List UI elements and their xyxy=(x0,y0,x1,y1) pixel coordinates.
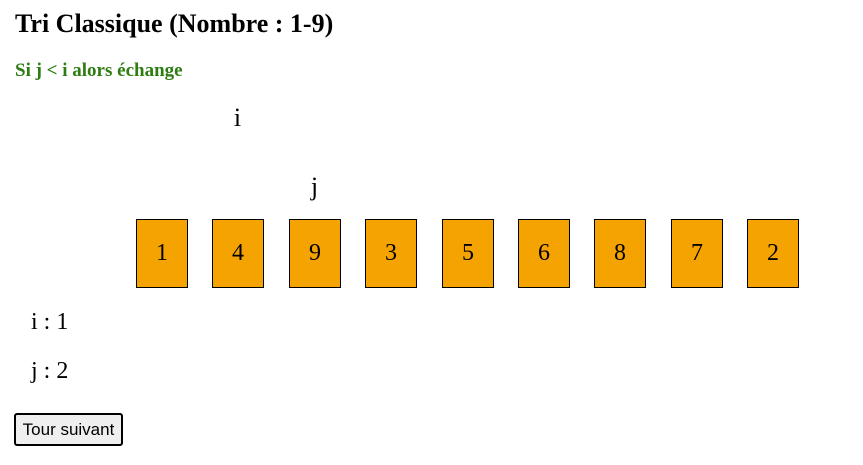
pointer-j-label: j xyxy=(310,172,319,201)
pointer-i-label: i xyxy=(233,103,242,132)
number-card: 8 xyxy=(594,219,646,288)
next-turn-button[interactable]: Tour suivant xyxy=(14,413,123,446)
number-card: 5 xyxy=(442,219,494,288)
number-card: 3 xyxy=(365,219,417,288)
number-card: 1 xyxy=(136,219,188,288)
number-card: 2 xyxy=(747,219,799,288)
number-card: 7 xyxy=(671,219,723,288)
page-title: Tri Classique (Nombre : 1-9) xyxy=(15,9,334,38)
number-card: 9 xyxy=(289,219,341,288)
rule-text: Si j < i alors échange xyxy=(15,60,183,81)
counter-i: i : 1 xyxy=(31,309,69,335)
number-card: 4 xyxy=(212,219,264,288)
counter-j: j : 2 xyxy=(31,358,69,384)
number-card: 6 xyxy=(518,219,570,288)
